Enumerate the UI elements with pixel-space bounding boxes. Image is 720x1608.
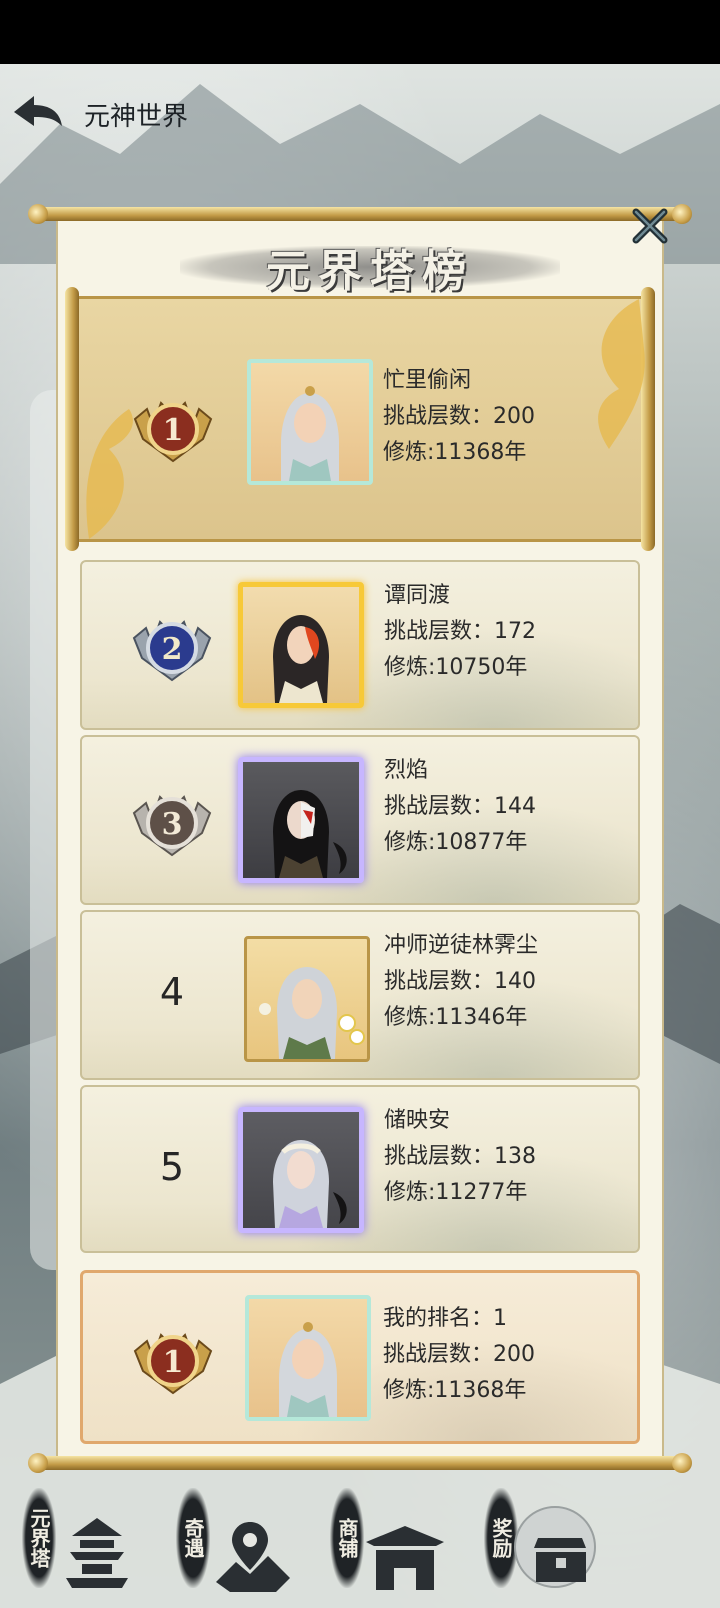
entry-info: 谭同渡 挑战层数：172 修炼:10750年: [384, 578, 536, 686]
leaderboard-entry-rank-5[interactable]: 5 储映安 挑战层数：138 修炼:11277年: [80, 1085, 640, 1253]
rank-1-badge-icon: 1: [125, 1311, 221, 1407]
page-title: 元神世界: [84, 102, 189, 132]
leaderboard-entry-rank-2[interactable]: 2 谭同渡 挑战层数：172 修炼:10750年: [80, 560, 640, 730]
player-name: 储映安: [384, 1108, 451, 1133]
svg-text:2: 2: [162, 632, 183, 667]
cultivation-years: 修炼:10877年: [384, 830, 528, 855]
rod-knob: [672, 204, 692, 224]
challenge-floors: 挑战层数：140: [384, 969, 536, 994]
top-bar: 元神世界: [0, 84, 720, 144]
map-pin-icon: [216, 1522, 290, 1592]
entry-info: 储映安 挑战层数：138 修炼:11277年: [384, 1103, 536, 1211]
dock-label: 奖励: [484, 1488, 518, 1588]
tower-icon: [66, 1518, 128, 1588]
dialog-title: 元界塔榜: [266, 246, 474, 297]
rod-knob: [28, 1453, 48, 1473]
player-name: 冲师逆徒林霁尘: [384, 933, 539, 958]
leaderboard-entry-rank-4[interactable]: 4 冲师逆徒林霁尘 挑战层数：140 修炼:11346年: [80, 910, 640, 1080]
leaderboard-entry-rank-1[interactable]: 1 忙里偷闲 挑战层数：200 修炼:11368年: [65, 287, 655, 551]
cultivation-years: 修炼:10750年: [384, 655, 528, 680]
cultivation-years: 修炼:11368年: [383, 440, 527, 465]
close-icon: [632, 208, 668, 244]
my-avatar: [245, 1295, 371, 1421]
my-ranking-entry[interactable]: 1 我的排名：1 挑战层数：200 修炼:11368年: [80, 1270, 640, 1444]
dock-shop-button[interactable]: 商铺: [330, 1488, 470, 1598]
status-bar: [0, 0, 720, 64]
svg-text:1: 1: [163, 413, 184, 448]
rod-knob: [28, 204, 48, 224]
entry-info: 烈焰 挑战层数：144 修炼:10877年: [384, 753, 536, 861]
player-avatar: [247, 359, 373, 485]
player-avatar: [238, 582, 364, 708]
rank-number: 4: [159, 970, 185, 1014]
entry-info: 我的排名：1 挑战层数：200 修炼:11368年: [383, 1301, 535, 1409]
svg-text:3: 3: [162, 807, 183, 842]
rod-knob: [672, 1453, 692, 1473]
back-button[interactable]: [8, 84, 68, 140]
dock-reward-button[interactable]: 奖励: [484, 1488, 624, 1598]
leaderboard-entry-rank-3[interactable]: 3 烈焰 挑战层数：144 修炼:10877年: [80, 735, 640, 905]
player-avatar: [244, 936, 370, 1062]
rank-2-badge-icon: 2: [124, 598, 220, 694]
dialog-title-banner: 元界塔榜: [180, 236, 560, 298]
entry-info: 冲师逆徒林霁尘 挑战层数：140 修炼:11346年: [384, 928, 538, 1036]
my-rank-label: 我的排名：1: [383, 1306, 507, 1331]
phoenix-ornament-icon: [598, 299, 645, 449]
scroll-rod-left: [65, 287, 79, 551]
scroll-rod-top: [34, 207, 686, 221]
shop-icon: [366, 1526, 444, 1590]
player-name: 忙里偷闲: [383, 368, 472, 393]
dock-tower-button[interactable]: 元界塔: [22, 1488, 162, 1598]
cultivation-years: 修炼:11277年: [384, 1180, 528, 1205]
rank-number: 5: [159, 1145, 185, 1189]
back-arrow-icon: [14, 96, 62, 126]
bottom-dock: 元界塔 奇遇 商铺 奖励: [0, 1480, 720, 1608]
challenge-floors: 挑战层数：200: [383, 1342, 535, 1367]
cultivation-years: 修炼:11368年: [383, 1378, 527, 1403]
challenge-floors: 挑战层数：172: [384, 619, 536, 644]
dock-label: 商铺: [330, 1488, 364, 1588]
player-name: 谭同渡: [384, 583, 451, 608]
challenge-floors: 挑战层数：138: [384, 1144, 536, 1169]
dock-label: 元界塔: [22, 1488, 56, 1588]
challenge-floors: 挑战层数：200: [383, 404, 535, 429]
close-button[interactable]: [628, 204, 672, 248]
scroll-rod-bottom: [34, 1456, 686, 1470]
svg-text:1: 1: [163, 1345, 184, 1380]
dock-label: 奇遇: [176, 1488, 210, 1588]
rank-3-badge-icon: 3: [124, 773, 220, 869]
entry-info: 忙里偷闲 挑战层数：200 修炼:11368年: [383, 363, 535, 471]
chest-icon: [534, 1538, 586, 1582]
dock-encounter-button[interactable]: 奇遇: [176, 1488, 316, 1598]
player-avatar: [238, 757, 364, 883]
rank-1-badge-icon: 1: [125, 379, 221, 475]
challenge-floors: 挑战层数：144: [384, 794, 536, 819]
cultivation-years: 修炼:11346年: [384, 1005, 528, 1030]
player-name: 烈焰: [384, 758, 429, 783]
player-avatar: [238, 1107, 364, 1233]
